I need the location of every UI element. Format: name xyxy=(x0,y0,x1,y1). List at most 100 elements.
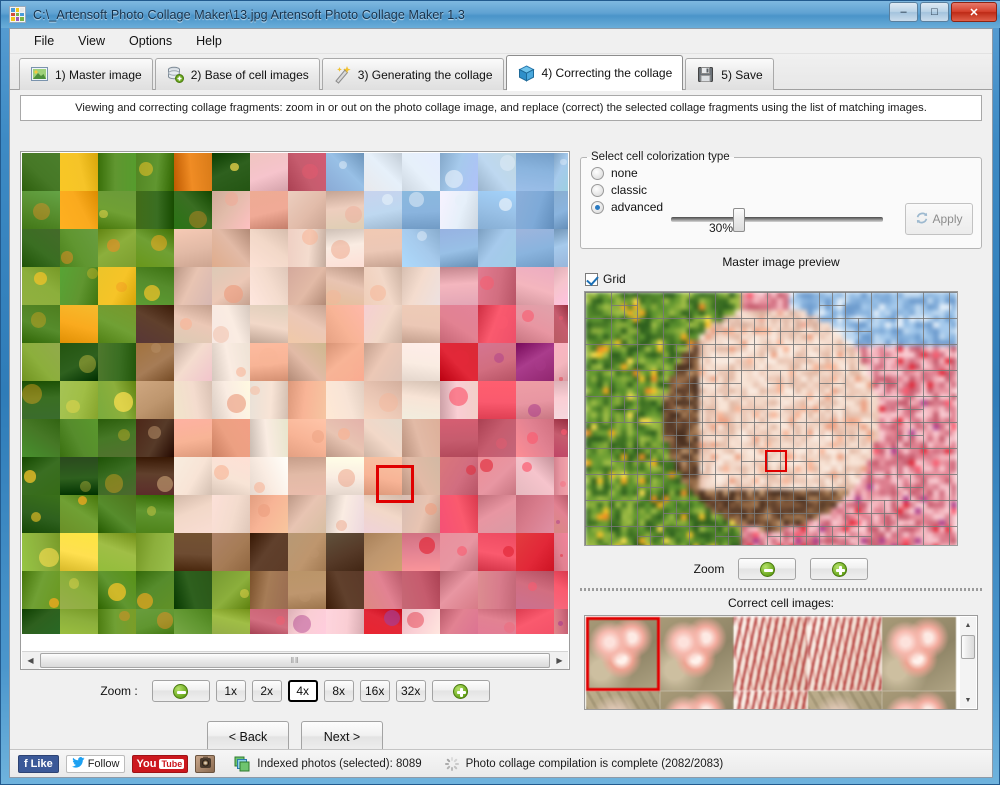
radio-label-none[interactable]: none xyxy=(611,166,638,180)
mosaic-cell[interactable] xyxy=(516,229,554,267)
maximize-button[interactable]: □ xyxy=(920,2,949,22)
mosaic-cell[interactable] xyxy=(136,381,174,419)
mosaic-cell[interactable] xyxy=(478,495,516,533)
mosaic-cell[interactable] xyxy=(554,457,568,495)
grid-checkbox-label[interactable]: Grid xyxy=(603,272,626,286)
collage-horizontal-scrollbar[interactable]: ◀ ‖‖ ▶ xyxy=(22,651,568,669)
mosaic-cell[interactable] xyxy=(22,609,60,634)
mosaic-cell[interactable] xyxy=(22,153,60,191)
scroll-left-icon[interactable]: ◀ xyxy=(22,651,39,669)
tab-master-image[interactable]: 1) Master image xyxy=(19,58,153,90)
mosaic-cell[interactable] xyxy=(22,343,60,381)
mosaic-cell[interactable] xyxy=(478,571,516,609)
zoom-level-32x[interactable]: 32x xyxy=(395,680,426,702)
mosaic-cell[interactable] xyxy=(402,305,440,343)
mosaic-cell[interactable] xyxy=(402,381,440,419)
grid-checkbox[interactable] xyxy=(585,272,598,286)
mosaic-cell[interactable] xyxy=(98,609,136,634)
cell-thumbnail[interactable] xyxy=(882,691,956,709)
mosaic-cell[interactable] xyxy=(250,229,288,267)
mosaic-cell[interactable] xyxy=(174,419,212,457)
mosaic-cell[interactable] xyxy=(440,457,478,495)
mosaic-cell[interactable] xyxy=(212,153,250,191)
radio-label-classic[interactable]: classic xyxy=(611,183,647,197)
mosaic-cell[interactable] xyxy=(212,419,250,457)
mosaic-cell[interactable] xyxy=(174,533,212,571)
slider-thumb[interactable] xyxy=(733,208,745,232)
cell-thumbnail[interactable] xyxy=(734,617,808,691)
cell-thumbnail[interactable] xyxy=(586,691,660,709)
mosaic-cell[interactable] xyxy=(554,229,568,267)
mosaic-cell[interactable] xyxy=(250,305,288,343)
mosaic-cell[interactable] xyxy=(288,191,326,229)
mosaic-cell[interactable] xyxy=(98,305,136,343)
menu-item-file[interactable]: File xyxy=(22,30,66,52)
radio-row-none[interactable]: none xyxy=(591,166,981,180)
mosaic-cell[interactable] xyxy=(174,381,212,419)
radio-advanced[interactable] xyxy=(591,200,604,214)
mosaic-cell[interactable] xyxy=(364,419,402,457)
mosaic-cell[interactable] xyxy=(288,533,326,571)
preview-zoom-in-button[interactable] xyxy=(810,558,869,580)
mosaic-cell[interactable] xyxy=(174,343,212,381)
mosaic-cell[interactable] xyxy=(288,343,326,381)
youtube-button[interactable]: You Tube xyxy=(132,754,189,773)
mosaic-cell[interactable] xyxy=(516,191,554,229)
tab-correcting-the-collage[interactable]: 4) Correcting the collage xyxy=(505,55,684,91)
tab-base-of-cell-images[interactable]: 2) Base of cell images xyxy=(154,58,320,90)
mosaic-cell[interactable] xyxy=(516,153,554,191)
preview-zoom-out-button[interactable] xyxy=(738,558,797,580)
scrollbar-thumb[interactable]: ‖‖ xyxy=(40,652,550,668)
mosaic-cell[interactable] xyxy=(402,267,440,305)
cell-thumbnail[interactable] xyxy=(734,691,808,709)
mosaic-cell[interactable] xyxy=(516,457,554,495)
mosaic-cell[interactable] xyxy=(554,305,568,343)
mosaic-cell[interactable] xyxy=(326,609,364,634)
mosaic-cell[interactable] xyxy=(60,419,98,457)
colorization-slider[interactable] xyxy=(671,205,883,235)
mosaic-cell[interactable] xyxy=(478,419,516,457)
mosaic-cell[interactable] xyxy=(326,305,364,343)
mosaic-cell[interactable] xyxy=(288,495,326,533)
mosaic-cell[interactable] xyxy=(60,533,98,571)
zoom-level-1x[interactable]: 1x xyxy=(215,680,246,702)
instagram-button[interactable] xyxy=(195,754,216,773)
mosaic-cell[interactable] xyxy=(60,457,98,495)
mosaic-cell[interactable] xyxy=(60,191,98,229)
slider-track[interactable] xyxy=(671,217,883,222)
scroll-down-icon[interactable]: ▼ xyxy=(960,692,976,708)
mosaic-cell[interactable] xyxy=(288,305,326,343)
mosaic-cell[interactable] xyxy=(516,305,554,343)
mosaic-cell[interactable] xyxy=(174,571,212,609)
grid-checkbox-row[interactable]: Grid xyxy=(585,272,626,286)
mosaic-cell[interactable] xyxy=(174,229,212,267)
mosaic-cell[interactable] xyxy=(288,381,326,419)
mosaic-cell[interactable] xyxy=(174,609,212,634)
mosaic-cell[interactable] xyxy=(364,229,402,267)
tab-generating-the-collage[interactable]: 3) Generating the collage xyxy=(321,58,504,90)
minimize-button[interactable]: – xyxy=(889,2,918,22)
mosaic-cell[interactable] xyxy=(440,609,478,634)
mosaic-cell[interactable] xyxy=(516,267,554,305)
mosaic-cell[interactable] xyxy=(440,571,478,609)
cell-thumbnail[interactable] xyxy=(808,617,882,691)
mosaic-cell[interactable] xyxy=(440,305,478,343)
mosaic-cell[interactable] xyxy=(516,609,554,634)
mosaic-cell[interactable] xyxy=(98,495,136,533)
mosaic-cell[interactable] xyxy=(554,571,568,609)
mosaic-cell[interactable] xyxy=(364,533,402,571)
mosaic-cell[interactable] xyxy=(98,153,136,191)
mosaic-cell[interactable] xyxy=(478,191,516,229)
cell-thumbnail[interactable] xyxy=(660,691,734,709)
scroll-up-icon[interactable]: ▲ xyxy=(960,617,976,633)
mosaic-cell[interactable] xyxy=(212,229,250,267)
cell-thumbnail[interactable] xyxy=(808,691,882,709)
cell-thumbnail[interactable] xyxy=(882,617,956,691)
mosaic-cell[interactable] xyxy=(440,419,478,457)
mosaic-cell[interactable] xyxy=(22,229,60,267)
mosaic-cell[interactable] xyxy=(554,419,568,457)
cell-thumbnail[interactable] xyxy=(586,617,660,691)
zoom-level-4x[interactable]: 4x xyxy=(287,680,318,702)
mosaic-cell[interactable] xyxy=(250,419,288,457)
mosaic-cell[interactable] xyxy=(98,419,136,457)
